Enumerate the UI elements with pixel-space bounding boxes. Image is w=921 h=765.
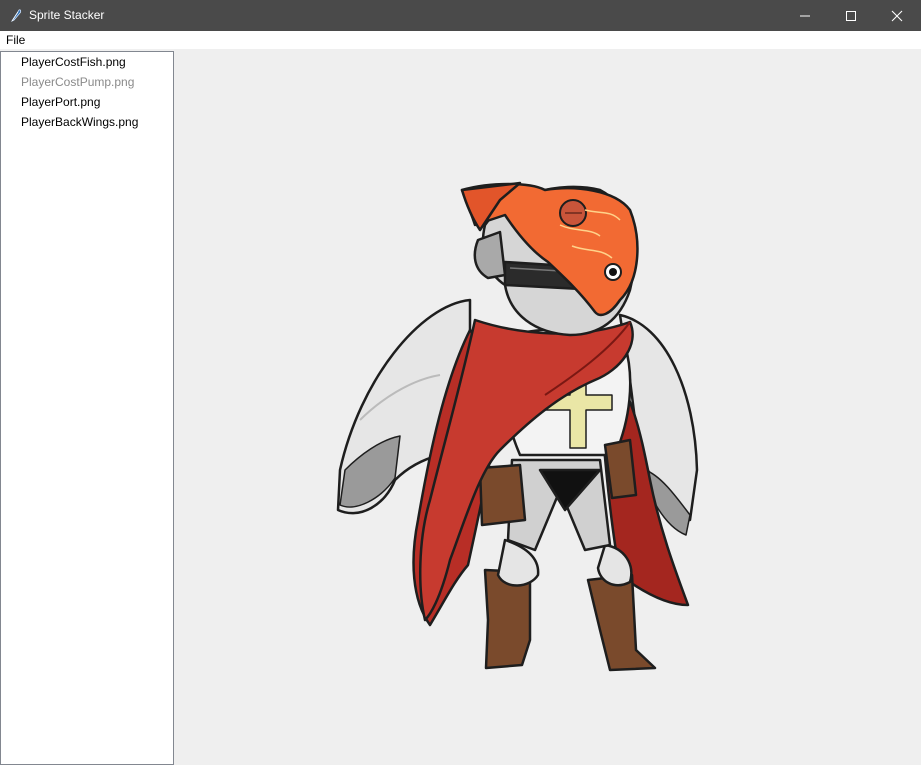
feather-icon: [9, 8, 23, 23]
list-item[interactable]: PlayerCostPump.png: [21, 73, 134, 91]
title-bar: Sprite Stacker: [0, 0, 921, 31]
menu-file[interactable]: File: [6, 33, 25, 47]
list-item[interactable]: PlayerBackWings.png: [21, 113, 138, 131]
minimize-button[interactable]: [782, 0, 828, 31]
maximize-button[interactable]: [828, 0, 874, 31]
close-icon: [891, 10, 903, 22]
list-item[interactable]: PlayerPort.png: [21, 93, 100, 111]
knight-sprite: [336, 181, 699, 672]
list-item[interactable]: PlayerCostFish.png: [21, 53, 126, 71]
maximize-icon: [846, 11, 856, 21]
close-button[interactable]: [874, 0, 920, 31]
left-pouch: [478, 463, 527, 527]
minimize-icon: [800, 15, 810, 17]
menu-bar: File: [0, 31, 921, 49]
window-title: Sprite Stacker: [29, 8, 105, 22]
sprite-preview-canvas[interactable]: [174, 49, 921, 765]
file-listbox[interactable]: PlayerCostFish.png PlayerCostPump.png Pl…: [0, 51, 174, 765]
